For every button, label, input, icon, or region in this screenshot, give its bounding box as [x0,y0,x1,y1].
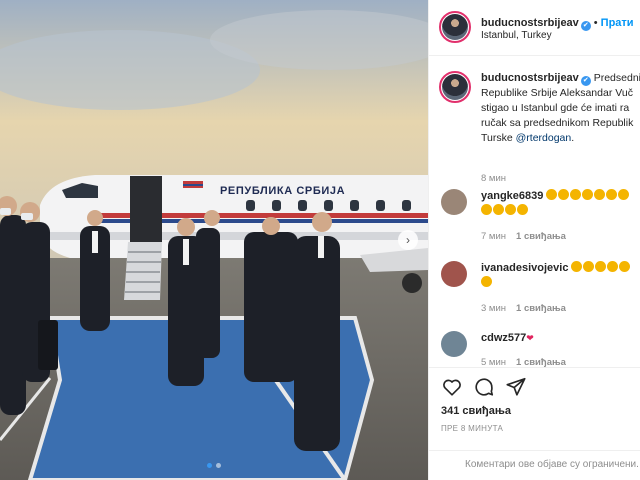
comment-meta: 3 мин 1 свиђања [481,303,566,314]
comment-username[interactable]: cdwz577 [481,332,526,344]
comment-meta: 7 мин 1 свиђања [481,231,566,242]
comment-username[interactable]: ivanadesivojevic [481,262,568,274]
next-image-button[interactable]: › [398,230,418,250]
airport-scene-illustration: РЕПУБЛИКА СРБИЈА [0,0,428,480]
author-username[interactable]: buducnostsrbijeav [481,17,579,29]
caption-tail: . [571,132,575,144]
carousel-dot-active [207,463,212,468]
instagram-post-view: РЕПУБЛИКА СРБИЈА › buducnostsrbijeav ✔ •… [0,0,640,480]
caption-line: Predsednik [593,72,640,84]
comment-item: yangke6839 7 мин 1 свиђања [439,189,639,251]
author-avatar[interactable] [439,11,471,43]
chevron-right-icon: › [406,233,410,247]
send-icon[interactable] [505,376,527,398]
caption-line: Republike Srbije Aleksandar Vuč [481,87,633,99]
emoji-row-2 [481,204,529,217]
comment-time: 3 мин [481,303,507,314]
comments-section: buducnostsrbijeav✔ Predsednik Republike … [429,57,640,367]
verified-badge-icon: ✔ [580,21,591,31]
post-timestamp: ПРЕ 8 МИНУТА [441,424,504,433]
comment-item: ivanadesivojevic 3 мин 1 свиђања [439,261,639,323]
caption-line: stigao u Istanbul gde će imati ra [481,102,630,114]
comment-likes[interactable]: 1 свиђања [516,231,566,242]
commenter-avatar[interactable] [441,331,467,357]
comments-limited-notice: Коментари ове објаве су ограничени. [429,450,640,480]
aircraft-lettering: РЕПУБЛИКА СРБИЈА [220,185,345,197]
caption-item: buducnostsrbijeav✔ Predsednik Republike … [439,71,640,184]
emoji-row-1 [546,189,630,202]
emoji-row-1 [571,261,631,274]
caption-avatar[interactable] [439,71,471,103]
commenter-avatar[interactable] [441,261,467,287]
carousel-dot [216,463,221,468]
comment-text: ivanadesivojevic [481,261,640,291]
caption-time: 8 мин [481,173,507,184]
post-photo[interactable]: РЕПУБЛИКА СРБИЈА › [0,0,428,480]
emoji-row-2 [481,276,493,289]
comment-icon[interactable] [473,376,495,398]
comment-time: 7 мин [481,231,507,242]
post-header: buducnostsrbijeav ✔ • Прати Istanbul, Turke… [429,0,640,56]
comment-likes[interactable]: 1 свиђања [516,357,566,367]
caption-mention-link[interactable]: @rterdogan [516,132,572,144]
comment-text: yangke6839 [481,189,640,219]
heart-icon[interactable] [441,376,463,398]
caption-line: Turske [481,132,516,144]
header-separator: • [593,17,598,29]
likes-count[interactable]: 341 свиђања [441,405,511,417]
comment-time: 5 мин [481,357,507,367]
follow-button[interactable]: Прати [601,17,634,29]
comment-text: cdwz577❤ [481,331,640,346]
caption-text: buducnostsrbijeav✔ Predsednik Republike … [481,71,640,146]
verified-badge-icon: ✔ [580,76,591,86]
post-side-panel: buducnostsrbijeav ✔ • Прати Istanbul, Turke… [428,0,640,480]
post-actions: 341 свиђања ПРЕ 8 МИНУТА Коментари ове о… [429,367,640,480]
caption-username[interactable]: buducnostsrbijeav [481,72,579,84]
commenter-avatar[interactable] [441,189,467,215]
comment-username[interactable]: yangke6839 [481,190,543,202]
carousel-indicator [0,463,428,468]
comment-likes[interactable]: 1 свиђања [516,303,566,314]
caption-line: ručak sa predsednikom Republik [481,117,634,129]
comment-item: cdwz577❤ 5 мин 1 свиђања [439,331,639,367]
comment-meta: 5 мин 1 свиђања [481,357,566,367]
post-location[interactable]: Istanbul, Turkey [481,30,552,41]
heart-icon: ❤ [526,333,534,343]
